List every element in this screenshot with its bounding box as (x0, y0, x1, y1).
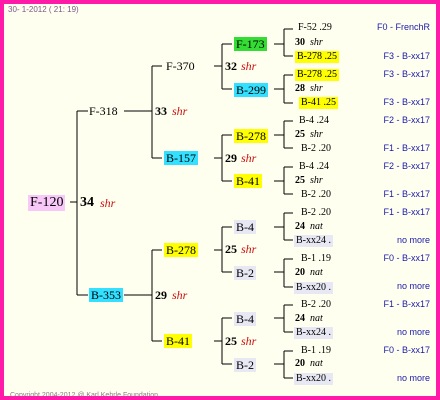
gen2-suffix: shr (241, 59, 257, 73)
right-note: F1 - B-xx17 (383, 143, 430, 153)
header-timestamp: 30- 1-2012 ( 21: 19) (8, 5, 79, 14)
gen4-label[interactable]: B-xx20 . (294, 373, 333, 385)
right-note: no more (396, 327, 430, 337)
gen3-label[interactable]: B-4 (234, 220, 256, 234)
gen4-label[interactable]: F-52 .29 (298, 23, 332, 33)
right-note: F1 - B-xx17 (383, 189, 430, 199)
gen3-num: 30 (295, 37, 305, 48)
gen2-label[interactable]: B-41 (164, 334, 192, 348)
footer-copyright: Copyright 2004-2012 @ Karl Kehrle Founda… (10, 392, 160, 399)
gen3-label[interactable]: B-4 (234, 312, 256, 326)
gen2-suffix: shr (241, 242, 257, 256)
gen3-num: 20 (295, 267, 305, 278)
gen3-suffix: nat (310, 313, 323, 324)
gen4-label[interactable]: B-xx20 . (294, 282, 333, 294)
gen3-label[interactable]: B-2 (234, 266, 256, 280)
gen4-label[interactable]: B-xx24 . (294, 235, 333, 247)
gen2-suffix: shr (241, 151, 257, 165)
gen4-label[interactable]: B-2 .20 (301, 190, 331, 200)
right-note: F0 - FrenchR (376, 22, 430, 32)
gen1-suffix: shr (172, 104, 188, 118)
gen4-label[interactable]: B-4 .24 (299, 162, 329, 172)
gen2-label[interactable]: B-157 (164, 151, 198, 165)
gen2-num: 25 (225, 334, 237, 348)
right-note: F3 - B-xx17 (383, 51, 430, 61)
gen1-num: 29 (155, 288, 167, 302)
gen3-suffix: shr (310, 129, 323, 140)
gen1-suffix: shr (172, 288, 188, 302)
gen2-suffix: shr (241, 334, 257, 348)
right-note: F1 - B-xx17 (383, 299, 430, 309)
right-note: F0 - B-xx17 (383, 253, 430, 263)
gen4-label[interactable]: B-2 .20 (301, 144, 331, 154)
root-label[interactable]: F-120 (28, 195, 66, 211)
gen2-num: 29 (225, 151, 237, 165)
gen4-label[interactable]: B-4 .24 (299, 116, 329, 126)
gen4-label[interactable]: B-1 .19 (301, 254, 331, 264)
gen3-suffix: shr (310, 175, 323, 186)
root-suffix: shr (100, 196, 116, 210)
right-note: no more (396, 235, 430, 245)
gen3-suffix: shr (310, 83, 323, 94)
gen4-label[interactable]: B-2 .20 (301, 300, 331, 310)
gen3-num: 25 (295, 129, 305, 140)
right-note: F3 - B-xx17 (383, 97, 430, 107)
gen3-num: 20 (295, 358, 305, 369)
right-note: F2 - B-xx17 (383, 115, 430, 125)
gen1-label[interactable]: F-318 (89, 105, 118, 117)
gen4-label[interactable]: B-xx24 . (294, 327, 333, 339)
gen2-label[interactable]: B-278 (164, 243, 198, 257)
gen3-label[interactable]: B-2 (234, 358, 256, 372)
gen4-label[interactable]: B-278 .25 (295, 51, 339, 63)
pedigree-lines (70, 28, 293, 379)
gen3-label[interactable]: F-173 (234, 37, 267, 51)
root-num: 34 (80, 195, 94, 210)
gen3-suffix: nat (310, 267, 323, 278)
gen4-label[interactable]: B-278 .25 (295, 69, 339, 81)
right-note: F3 - B-xx17 (383, 69, 430, 79)
right-note: no more (396, 281, 430, 291)
right-note: F2 - B-xx17 (383, 161, 430, 171)
right-note: no more (396, 373, 430, 383)
gen1-label[interactable]: B-353 (89, 288, 123, 302)
gen2-num: 32 (225, 59, 237, 73)
gen3-suffix: nat (310, 358, 323, 369)
gen3-num: 25 (295, 175, 305, 186)
gen3-suffix: shr (310, 37, 323, 48)
gen3-num: 24 (295, 221, 305, 232)
right-note: F0 - B-xx17 (383, 345, 430, 355)
gen3-num: 28 (295, 83, 305, 94)
gen3-label[interactable]: B-299 (234, 83, 268, 97)
gen3-label[interactable]: B-41 (234, 174, 262, 188)
pedigree-frame: 30- 1-2012 ( 21: 19) F-120 34 shr F-318 … (0, 0, 440, 400)
gen4-label[interactable]: B-41 .25 (299, 97, 338, 109)
gen3-suffix: nat (310, 221, 323, 232)
gen2-num: 25 (225, 242, 237, 256)
right-note: F1 - B-xx17 (383, 207, 430, 217)
gen4-label[interactable]: B-2 .20 (301, 208, 331, 218)
gen1-num: 33 (155, 104, 167, 118)
gen3-label[interactable]: B-278 (234, 129, 268, 143)
gen3-num: 24 (295, 313, 305, 324)
gen2-label[interactable]: F-370 (166, 60, 195, 72)
gen4-label[interactable]: B-1 .19 (301, 346, 331, 356)
